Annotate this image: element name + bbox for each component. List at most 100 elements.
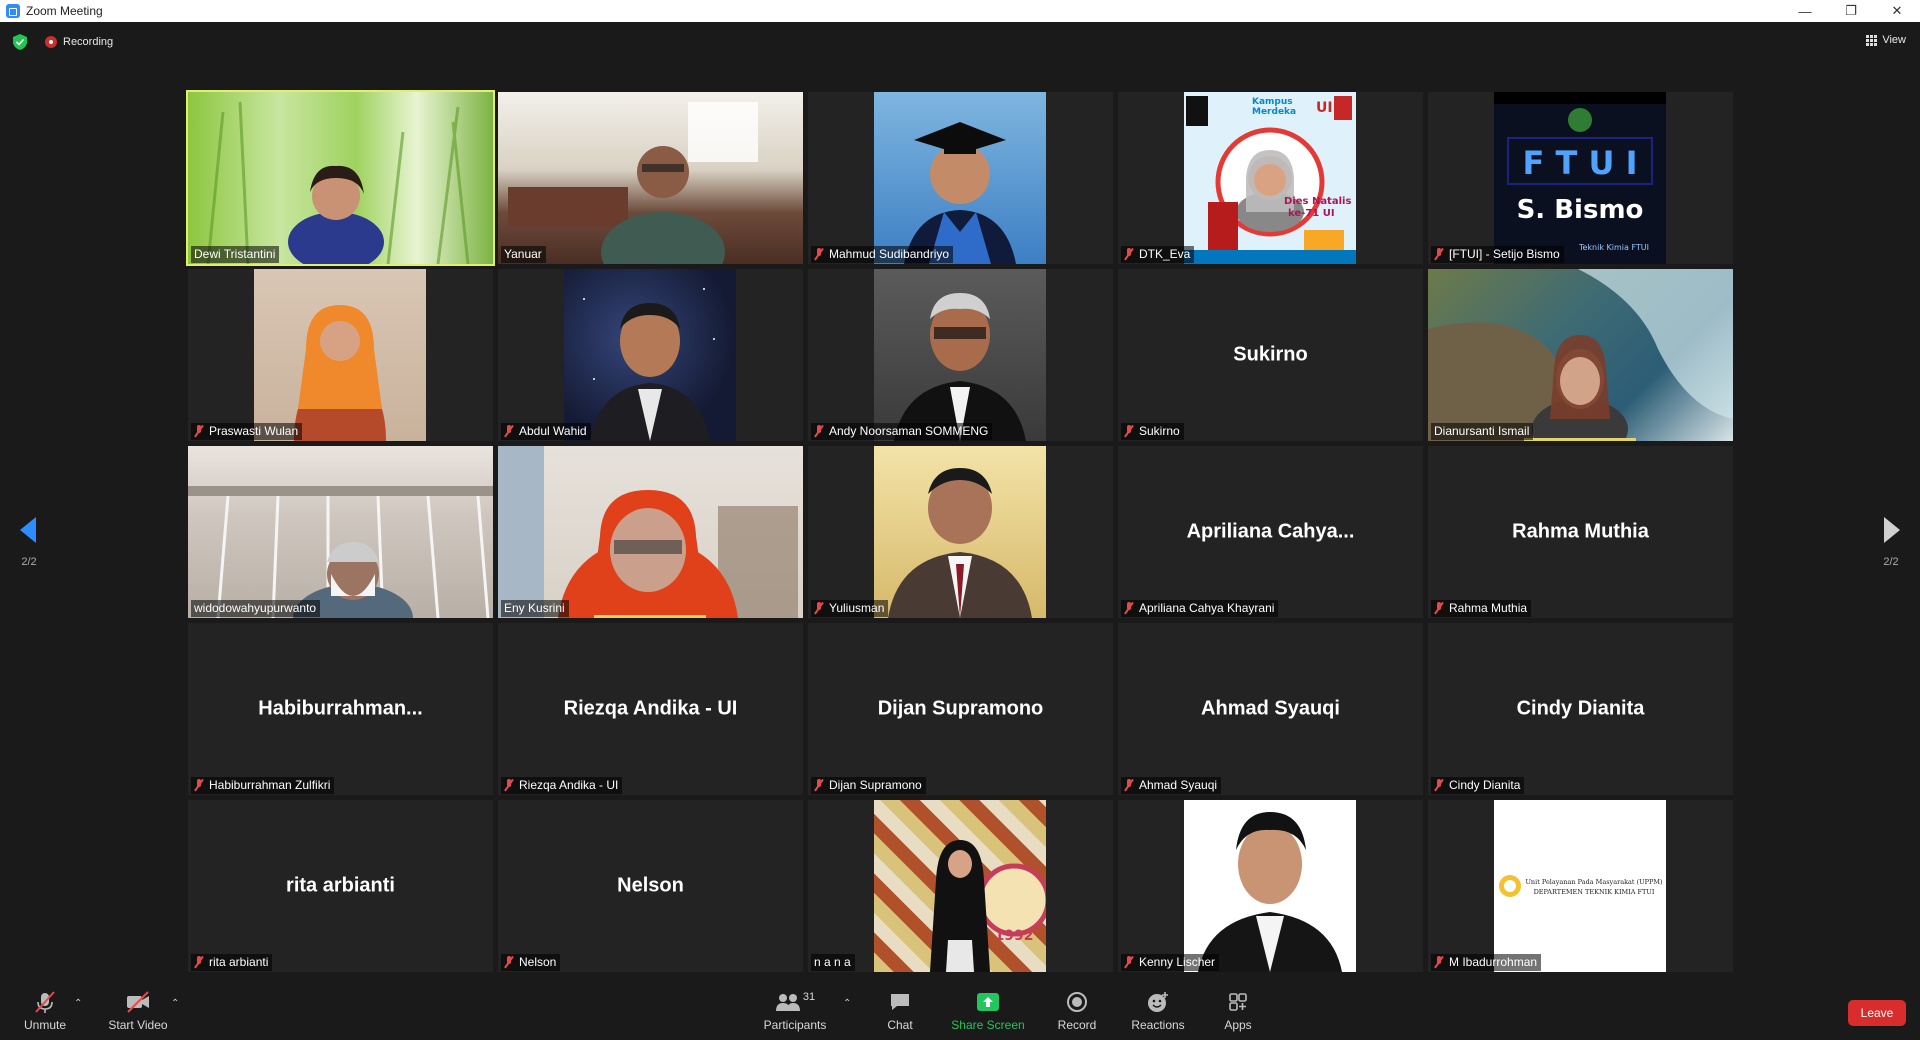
recording-dot-icon [45,36,57,48]
participant-name-label: Ahmad Syauqi [1121,777,1222,794]
participant-tile[interactable]: Nelson Nelson [498,800,803,972]
dies-text-5: UI [1316,100,1333,116]
video-feed [498,92,803,264]
participant-name-label: DTK_Eva [1121,246,1195,263]
mic-muted-icon [1434,956,1444,968]
apps-button[interactable]: Apps [1214,982,1262,1040]
mic-muted-icon [194,779,204,791]
maximize-button[interactable]: ❐ [1828,0,1874,22]
participant-tile[interactable]: Dianursanti Ismail [1428,269,1733,441]
mic-muted-icon [1124,248,1134,260]
dies-text-1: Kampus [1252,97,1293,107]
participant-name-label: Dianursanti Ismail [1431,423,1534,440]
participant-tile[interactable]: Sukirno Sukirno [1118,269,1423,441]
grid-view-icon [1866,34,1878,46]
participant-name-label: Kenny Lischer [1121,954,1220,971]
participant-tile[interactable]: rita arbianti rita arbianti [188,800,493,972]
ftui-sub-text: Teknik Kimia FTUI [1578,243,1649,252]
meeting-topbar: Recording View [0,22,1920,62]
reactions-label: Reactions [1131,1018,1185,1032]
participant-tile[interactable]: Unit Pelayanan Pada Masyarakat (UPPM) DE… [1428,800,1733,972]
share-screen-label: Share Screen [951,1018,1025,1032]
mic-muted-icon [814,602,824,614]
participant-tile[interactable]: Kampus Merdeka UI Dies Natalis ke-71 UI … [1118,92,1423,264]
participant-name-label: Andy Noorsaman SOMMENG [811,423,993,440]
page-indicator-left: 2/2 [21,556,37,568]
participant-tile[interactable]: F T U I S. Bismo Teknik Kimia FTUI [FTUI… [1428,92,1733,264]
record-button[interactable]: Record [1052,982,1102,1040]
start-video-button[interactable]: Start Video [104,982,172,1040]
participants-button[interactable]: 31 Participants [758,982,832,1040]
participant-tile[interactable]: 1992 n a n a [808,800,1113,972]
participant-tile[interactable]: Habiburrahman... Habiburrahman Zulfikri [188,623,493,795]
security-shield-icon[interactable] [13,34,27,50]
participant-tile[interactable]: widodowahyupurwanto [188,446,493,618]
title-bar: Zoom Meeting — ❐ ✕ [0,0,1920,22]
leave-button[interactable]: Leave [1848,1000,1906,1026]
participant-tile[interactable]: Mahmud Sudibandriyo [808,92,1113,264]
mic-muted-icon [32,990,58,1014]
dies-text-2: Merdeka [1252,107,1296,117]
page-indicator-right: 2/2 [1883,556,1899,568]
participant-display-name: Apriliana Cahya... [1186,520,1355,543]
next-page-icon[interactable] [1882,515,1902,545]
mic-muted-icon [1434,248,1444,260]
unmute-button[interactable]: Unmute [14,982,76,1040]
video-feed: Unit Pelayanan Pada Masyarakat (UPPM) DE… [1494,800,1666,972]
participant-name-label: [FTUI] - Setijo Bismo [1431,246,1564,263]
participant-name-label: Habiburrahman Zulfikri [191,777,335,794]
participant-tile[interactable]: Praswasti Wulan [188,269,493,441]
speaking-indicator [594,615,706,618]
participant-tile[interactable]: Apriliana Cahya... Apriliana Cahya Khayr… [1118,446,1423,618]
participant-tile[interactable]: Riezqa Andika - UI Riezqa Andika - UI [498,623,803,795]
participant-display-name: Cindy Dianita [1516,697,1645,720]
participant-name-label: Apriliana Cahya Khayrani [1121,600,1279,617]
participant-tile[interactable]: Eny Kusrini [498,446,803,618]
previous-page-icon[interactable] [18,515,38,545]
participant-tile[interactable]: Ahmad Syauqi Ahmad Syauqi [1118,623,1423,795]
participant-name-label: Mahmud Sudibandriyo [811,246,954,263]
start-video-label: Start Video [108,1018,168,1032]
speaking-indicator [1524,438,1636,441]
participant-tile[interactable]: Kenny Lischer [1118,800,1423,972]
chat-label: Chat [887,1018,913,1032]
view-button[interactable]: View [1866,34,1906,46]
participant-name-label: Sukirno [1121,423,1184,440]
mic-muted-icon [1124,956,1134,968]
participant-tile[interactable]: Dijan Supramono Dijan Supramono [808,623,1113,795]
video-feed [1428,269,1733,441]
video-feed [564,269,736,441]
participant-tile[interactable]: Cindy Dianita Cindy Dianita [1428,623,1733,795]
participant-name-label: Abdul Wahid [501,423,591,440]
reactions-button[interactable]: Reactions [1127,982,1189,1040]
mic-muted-icon [194,425,204,437]
participant-tile[interactable]: Andy Noorsaman SOMMENG [808,269,1113,441]
recording-indicator[interactable]: Recording [45,36,113,48]
participant-tile[interactable]: Abdul Wahid [498,269,803,441]
share-screen-button[interactable]: Share Screen [950,982,1026,1040]
video-options-caret-icon[interactable]: ⌃ [171,998,179,1009]
participant-tile[interactable]: Yanuar [498,92,803,264]
video-feed [874,446,1046,618]
chat-button[interactable]: Chat [876,982,924,1040]
mic-muted-icon [814,248,824,260]
video-feed [254,269,426,441]
close-button[interactable]: ✕ [1874,0,1920,22]
participant-name-label: rita arbianti [191,954,273,971]
participant-display-name: Riezqa Andika - UI [563,697,738,720]
minimize-button[interactable]: — [1782,0,1828,22]
uppm-text-2: DEPARTEMEN TEKNIK KIMIA FTUI [1534,888,1655,896]
record-label: Record [1057,1018,1097,1032]
audio-options-caret-icon[interactable]: ⌃ [74,998,82,1009]
participant-tile[interactable]: Dewi Tristantini [186,90,495,266]
reactions-icon [1145,990,1171,1014]
recording-label: Recording [63,36,114,48]
participants-options-caret-icon[interactable]: ⌃ [843,998,851,1009]
participant-name-label: Yanuar [501,246,546,263]
participant-tile[interactable]: Rahma Muthia Rahma Muthia [1428,446,1733,618]
mic-muted-icon [1434,602,1444,614]
participant-name-label: Cindy Dianita [1431,777,1525,794]
participant-tile[interactable]: Yuliusman [808,446,1113,618]
participant-name-label: Yuliusman [811,600,889,617]
participant-name-label: Praswasti Wulan [191,423,303,440]
